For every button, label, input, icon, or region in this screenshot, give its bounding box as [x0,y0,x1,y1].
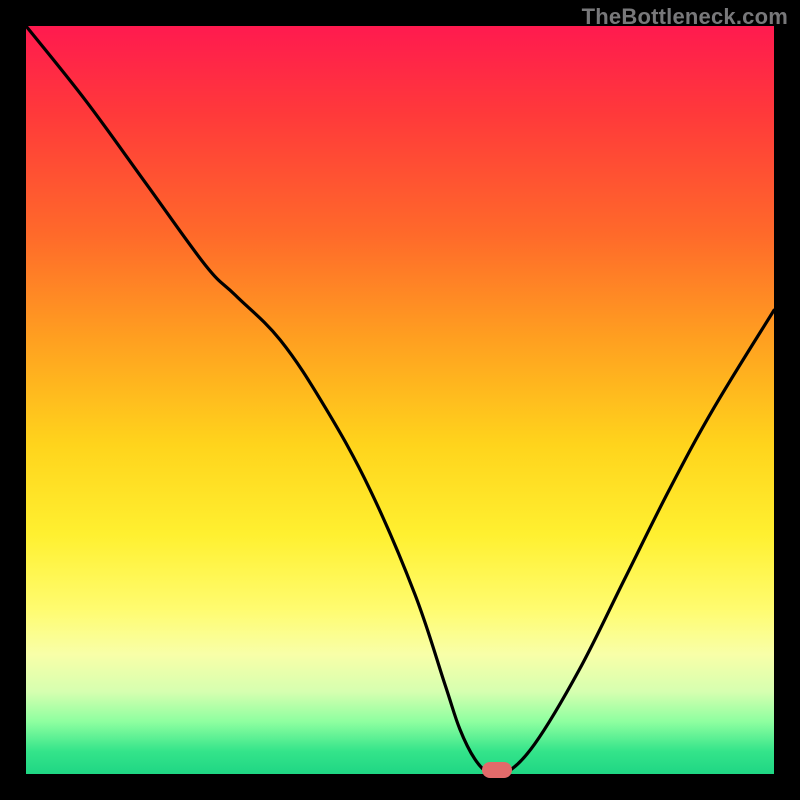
chart-frame: TheBottleneck.com [0,0,800,800]
watermark-text: TheBottleneck.com [582,4,788,30]
bottleneck-curve [26,26,774,774]
optimal-marker [482,762,512,778]
plot-area [26,26,774,774]
